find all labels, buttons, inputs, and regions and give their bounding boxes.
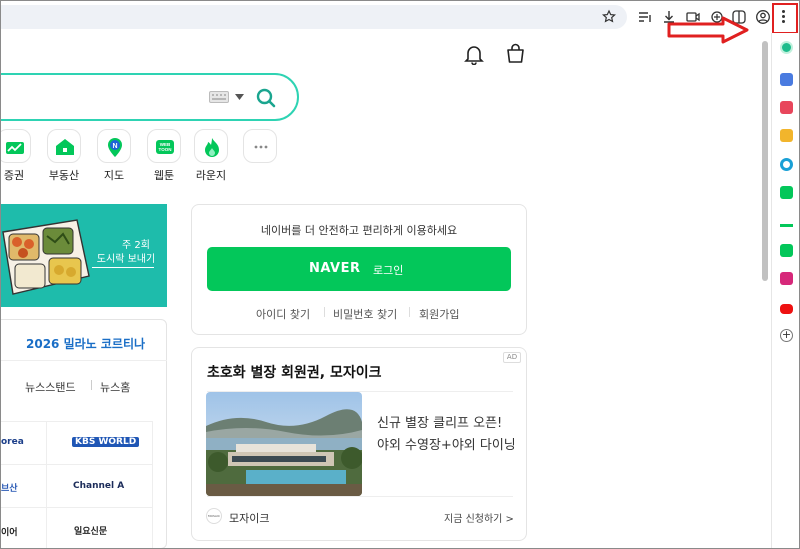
ad-badge: AD xyxy=(503,352,521,363)
promo-line2: 도시락 보내기 xyxy=(96,254,156,265)
red-heart-icon[interactable] xyxy=(780,101,793,114)
search-icon[interactable] xyxy=(255,87,277,109)
stock-chart-icon xyxy=(6,142,24,154)
villa-photo[interactable] xyxy=(206,392,362,496)
divider xyxy=(409,307,410,317)
divider xyxy=(46,421,47,548)
login-message: 네이버를 더 안전하고 편리하게 이용하세요 xyxy=(260,224,458,237)
blue-app-icon[interactable] xyxy=(780,73,793,86)
press-logo[interactable]: 브산 xyxy=(1,481,18,494)
signup-link[interactable]: 회원가입 xyxy=(419,306,459,322)
shopping-bag-icon[interactable] xyxy=(504,42,527,65)
yellow-star-icon[interactable] xyxy=(780,129,793,142)
youtube-icon[interactable] xyxy=(780,304,793,314)
mosaic-logo: MOSAIC xyxy=(206,508,222,524)
blue-c-icon[interactable] xyxy=(780,158,793,171)
press-logo[interactable]: KBS WORLD xyxy=(72,437,140,447)
tab-newshome[interactable]: 뉴스홈 xyxy=(100,379,130,395)
divider xyxy=(1,464,153,465)
villa-photo-image xyxy=(206,392,362,496)
menu-highlight-box xyxy=(772,3,798,34)
instagram-icon[interactable] xyxy=(780,272,793,285)
shortcut-realestate[interactable] xyxy=(47,129,81,163)
find-id-link[interactable]: 아이디 찾기 xyxy=(256,306,310,322)
shortcut-map[interactable]: N xyxy=(97,129,131,163)
login-button-label: 로그인 xyxy=(373,264,404,277)
divider xyxy=(91,380,92,390)
address-bar[interactable] xyxy=(1,5,627,29)
shortcut-lounge[interactable] xyxy=(194,129,228,163)
shortcut-label-lounge: 라운지 xyxy=(195,169,227,182)
scrollbar-thumb[interactable] xyxy=(762,41,768,281)
add-icon[interactable]: + xyxy=(780,329,793,342)
house-icon xyxy=(56,139,74,155)
promo-underline xyxy=(92,267,154,268)
divider xyxy=(207,496,513,497)
tab-newsstand[interactable]: 뉴스스탠드 xyxy=(25,379,76,395)
ad-brand[interactable]: 모자이크 xyxy=(229,510,269,526)
green-circle-icon[interactable] xyxy=(780,41,793,54)
divider xyxy=(1,360,167,361)
promo-line1: 주 2회 xyxy=(122,240,150,251)
ad-description: 신규 별장 클리프 오픈! 야외 수영장+야외 다이닝 xyxy=(377,416,516,453)
map-pin-icon: N xyxy=(108,138,122,157)
svg-text:TOON: TOON xyxy=(159,147,172,152)
webtoon-icon: WEBTOON xyxy=(156,140,174,154)
green-webtoon-icon[interactable] xyxy=(780,244,793,257)
keyboard-icon[interactable] xyxy=(209,91,229,103)
reading-list-icon[interactable] xyxy=(637,9,653,25)
shortcut-more[interactable] xyxy=(243,129,277,163)
notification-bell-icon[interactable] xyxy=(463,43,485,65)
flame-icon xyxy=(205,138,219,157)
divider xyxy=(1,507,153,508)
news-title[interactable]: 2026 밀라노 코르티나 xyxy=(26,335,145,352)
shortcut-stock[interactable] xyxy=(1,129,31,163)
press-logo[interactable]: 일요신문 xyxy=(74,524,107,537)
browser-window: 증권 부동산 N 지도 WEB TOON 웹툰 라운지 주 2회 도시락 보내기 … xyxy=(0,0,800,549)
more-icon xyxy=(254,145,268,149)
shortcut-webtoon[interactable]: WEB TOON xyxy=(147,129,181,163)
press-logo[interactable]: orea xyxy=(1,437,24,447)
press-logo[interactable]: 이어 xyxy=(1,525,18,538)
bookmark-star-icon[interactable] xyxy=(601,9,617,25)
ad-title[interactable]: 초호화 별장 회원권, 모자이크 xyxy=(207,362,382,382)
naver-logo: NAVER xyxy=(309,261,361,276)
press-logo[interactable]: Channel A xyxy=(73,481,124,491)
svg-text:N: N xyxy=(112,143,117,150)
chevron-down-icon[interactable] xyxy=(235,94,244,100)
divider xyxy=(324,307,325,317)
green-stock-icon[interactable] xyxy=(780,214,793,227)
lunchbox-illustration xyxy=(2,219,90,295)
apply-now-link[interactable]: 지금 신청하기 > xyxy=(444,510,514,525)
find-password-link[interactable]: 비밀번호 찾기 xyxy=(333,306,397,322)
naver-login-button[interactable]: NAVER 로그인 xyxy=(207,247,511,291)
green-bag-icon[interactable] xyxy=(780,186,793,199)
